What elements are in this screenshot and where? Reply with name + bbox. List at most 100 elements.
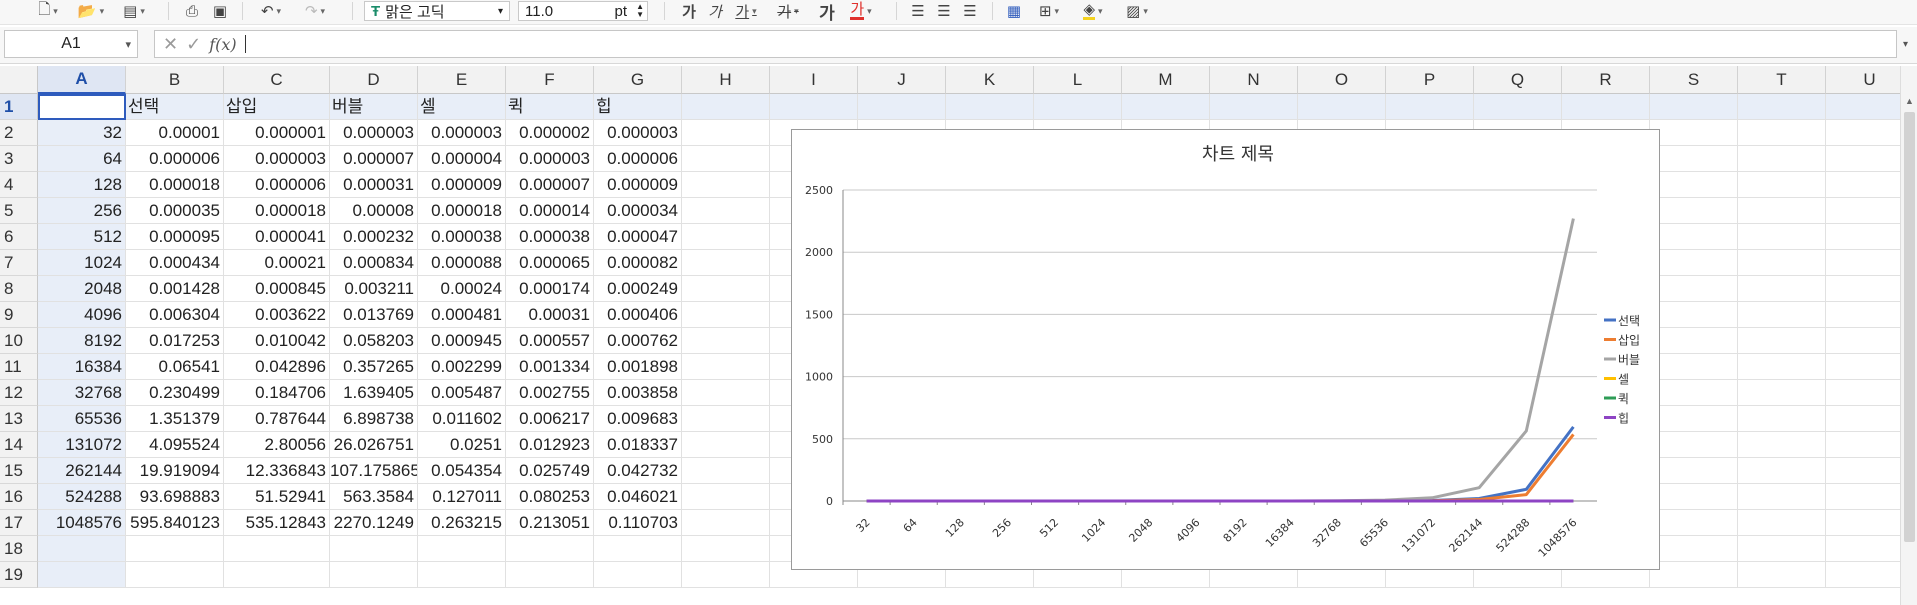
row-header-13[interactable]: 13 [0,406,38,432]
cell-c5[interactable]: 0.000018 [224,198,330,224]
cell-c1[interactable]: 삽입 [224,94,330,120]
cell-b14[interactable]: 4.095524 [126,432,224,458]
cell-c18[interactable] [224,536,330,562]
cell-c11[interactable]: 0.042896 [224,354,330,380]
column-header-d[interactable]: D [330,66,418,94]
column-header-o[interactable]: O [1298,66,1386,94]
cell-f19[interactable] [506,562,594,588]
font-name-select[interactable]: Ŧ 맑은 고딕 ▾ [364,1,510,21]
row-header-7[interactable]: 7 [0,250,38,276]
cell-g8[interactable]: 0.000249 [594,276,682,302]
stepper-icon[interactable]: ▲ ▼ [636,3,644,19]
cell-a7[interactable]: 1024 [38,250,126,276]
cell-c10[interactable]: 0.010042 [224,328,330,354]
cell-f12[interactable]: 0.002755 [506,380,594,406]
cell-o1[interactable] [1298,94,1386,120]
align-right-button[interactable]: ☰ [958,0,982,22]
cell-g11[interactable]: 0.001898 [594,354,682,380]
cell-u12[interactable] [1826,380,1900,406]
cell-e19[interactable] [418,562,506,588]
cell-d17[interactable]: 2270.1249 [330,510,418,536]
column-header-q[interactable]: Q [1474,66,1562,94]
cell-s9[interactable] [1650,302,1738,328]
cell-b10[interactable]: 0.017253 [126,328,224,354]
cell-u9[interactable] [1826,302,1900,328]
cell-e7[interactable]: 0.000088 [418,250,506,276]
cell-u3[interactable] [1826,146,1900,172]
cell-j1[interactable] [858,94,946,120]
cell-b3[interactable]: 0.000006 [126,146,224,172]
cell-u1[interactable] [1826,94,1900,120]
cell-b6[interactable]: 0.000095 [126,224,224,250]
cell-h14[interactable] [682,432,770,458]
cell-b4[interactable]: 0.000018 [126,172,224,198]
row-header-8[interactable]: 8 [0,276,38,302]
cell-t14[interactable] [1738,432,1826,458]
cell-e4[interactable]: 0.000009 [418,172,506,198]
cell-d4[interactable]: 0.000031 [330,172,418,198]
pattern-button[interactable]: ▨ ▾ [1118,0,1156,22]
cell-d12[interactable]: 1.639405 [330,380,418,406]
cell-a1[interactable] [38,94,126,120]
row-header-12[interactable]: 12 [0,380,38,406]
confirm-icon[interactable]: ✓ [186,34,201,55]
row-header-4[interactable]: 4 [0,172,38,198]
row-header-10[interactable]: 10 [0,328,38,354]
column-header-p[interactable]: P [1386,66,1474,94]
cell-f18[interactable] [506,536,594,562]
cell-r1[interactable] [1562,94,1650,120]
cell-e5[interactable]: 0.000018 [418,198,506,224]
cell-c8[interactable]: 0.000845 [224,276,330,302]
cell-s10[interactable] [1650,328,1738,354]
cell-f9[interactable]: 0.00031 [506,302,594,328]
scroll-up-icon[interactable]: ▲ [1901,96,1917,106]
cell-d1[interactable]: 버블 [330,94,418,120]
cell-h4[interactable] [682,172,770,198]
cell-h5[interactable] [682,198,770,224]
cell-e11[interactable]: 0.002299 [418,354,506,380]
cell-b9[interactable]: 0.006304 [126,302,224,328]
cell-c13[interactable]: 0.787644 [224,406,330,432]
cell-b5[interactable]: 0.000035 [126,198,224,224]
cell-t1[interactable] [1738,94,1826,120]
cell-d15[interactable]: 107.175865 [330,458,418,484]
cell-a11[interactable]: 16384 [38,354,126,380]
column-header-n[interactable]: N [1210,66,1298,94]
cell-g6[interactable]: 0.000047 [594,224,682,250]
column-header-j[interactable]: J [858,66,946,94]
cell-d2[interactable]: 0.000003 [330,120,418,146]
cell-d3[interactable]: 0.000007 [330,146,418,172]
font-size-field[interactable]: 11.0 pt ▲ ▼ [518,1,648,21]
cell-a15[interactable]: 262144 [38,458,126,484]
cell-f16[interactable]: 0.080253 [506,484,594,510]
cell-h19[interactable] [682,562,770,588]
cell-e8[interactable]: 0.00024 [418,276,506,302]
cell-g5[interactable]: 0.000034 [594,198,682,224]
cell-e13[interactable]: 0.011602 [418,406,506,432]
cell-b17[interactable]: 595.840123 [126,510,224,536]
cell-s5[interactable] [1650,198,1738,224]
font-shadow-button[interactable]: 가 [816,0,838,23]
cell-d6[interactable]: 0.000232 [330,224,418,250]
row-header-16[interactable]: 16 [0,484,38,510]
row-header-19[interactable]: 19 [0,562,38,588]
vertical-scrollbar[interactable]: ▲ [1900,66,1917,605]
scroll-thumb[interactable] [1904,112,1915,542]
cell-a8[interactable]: 2048 [38,276,126,302]
cell-d9[interactable]: 0.013769 [330,302,418,328]
cell-f10[interactable]: 0.000557 [506,328,594,354]
cell-t19[interactable] [1738,562,1826,588]
underline-button[interactable]: 가 ▾ [728,0,764,22]
name-box[interactable]: A1 ▾ [4,30,138,58]
cell-f4[interactable]: 0.000007 [506,172,594,198]
cell-c15[interactable]: 12.336843 [224,458,330,484]
bold-button[interactable]: 가 [678,0,700,22]
cell-t5[interactable] [1738,198,1826,224]
cell-f11[interactable]: 0.001334 [506,354,594,380]
cell-h2[interactable] [682,120,770,146]
cell-t8[interactable] [1738,276,1826,302]
cell-a13[interactable]: 65536 [38,406,126,432]
cell-e10[interactable]: 0.000945 [418,328,506,354]
cell-s4[interactable] [1650,172,1738,198]
cell-u15[interactable] [1826,458,1900,484]
